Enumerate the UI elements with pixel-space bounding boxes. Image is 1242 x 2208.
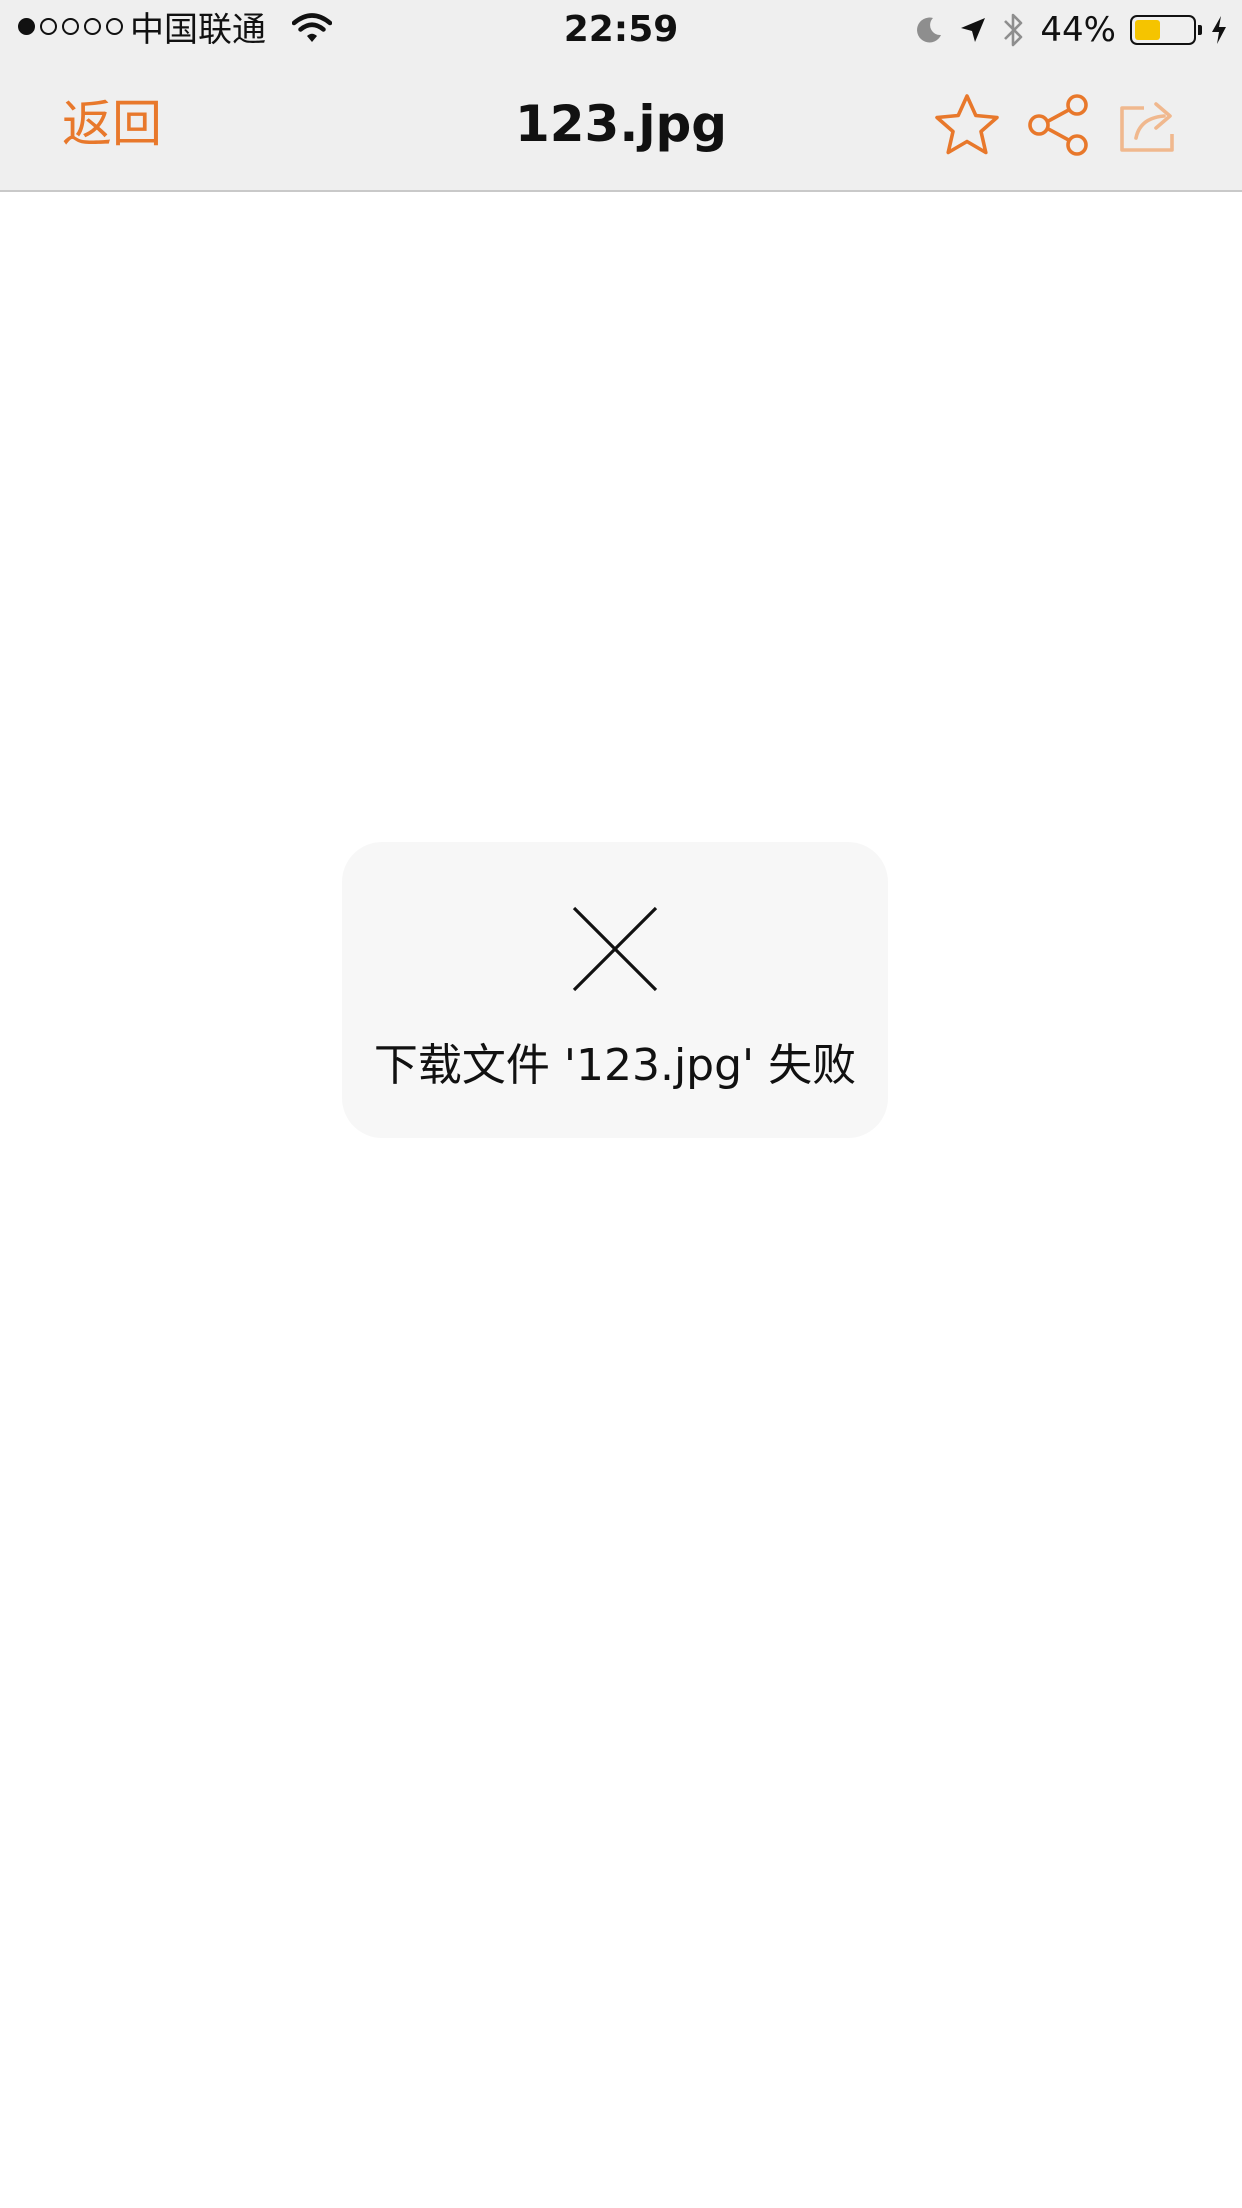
status-right: 44% [914, 8, 1228, 52]
moon-icon [917, 17, 942, 43]
battery-icon [1130, 15, 1202, 45]
status-bar: 中国联通 22:59 44% [0, 0, 1242, 62]
charging-bolt-icon [1212, 16, 1226, 44]
location-arrow-icon [961, 18, 986, 42]
battery-percent: 44% [1040, 10, 1116, 50]
bluetooth-icon [1004, 13, 1023, 47]
share-nodes-icon[interactable] [1024, 92, 1094, 158]
close-icon [572, 906, 658, 992]
top-bar: 中国联通 22:59 44% 返回 123.jpg [0, 0, 1242, 192]
forward-share-icon[interactable] [1114, 92, 1184, 158]
battery-nub [1198, 25, 1202, 35]
star-icon[interactable] [932, 92, 1002, 158]
toast-message: 下载文件 '123.jpg' 失败 [373, 1040, 857, 1091]
battery-fill [1135, 20, 1160, 40]
navigation-bar: 返回 123.jpg [0, 62, 1242, 190]
error-toast: 下载文件 '123.jpg' 失败 [342, 842, 888, 1138]
